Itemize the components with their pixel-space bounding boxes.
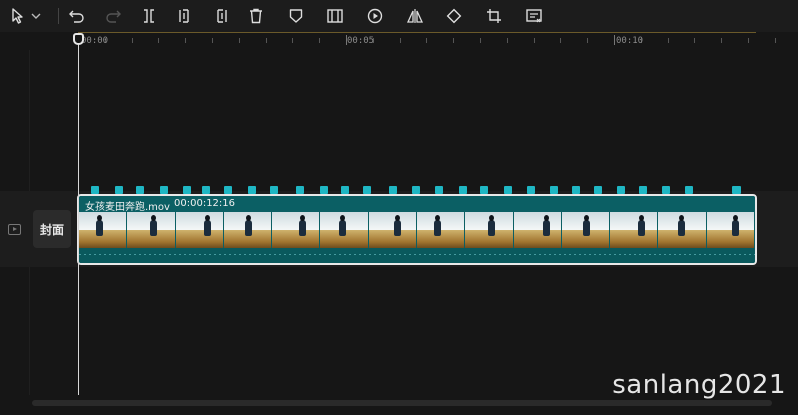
keyframe-marker[interactable] (296, 186, 304, 194)
ruler-tick (158, 38, 160, 43)
ruler-tick (748, 38, 749, 43)
ruler-tick (694, 38, 696, 43)
keyframe-marker[interactable] (527, 186, 535, 194)
clip-header: 女孩麦田奔跑.mov 00:00:12:16 (79, 196, 755, 213)
clip-thumbnail (561, 212, 611, 250)
video-track-icon (8, 224, 21, 235)
keyframe-marker[interactable] (459, 186, 467, 194)
split-icon[interactable] (139, 6, 159, 26)
ruler-tick (721, 38, 723, 43)
clip-thumbnail (223, 212, 273, 250)
keyframe-marker[interactable] (685, 186, 693, 194)
playhead-line (78, 40, 79, 395)
clip-thumbnail (416, 212, 466, 250)
clip-thumbnail (368, 212, 417, 250)
keyframe-marker[interactable] (389, 186, 397, 194)
clip-thumbnail (610, 212, 659, 250)
reverse-play-icon[interactable] (365, 6, 385, 26)
ruler-progress-line (78, 32, 756, 33)
keyframe-marker[interactable] (639, 186, 647, 194)
clip-thumbnail (465, 212, 514, 250)
horizontal-scrollbar[interactable] (32, 400, 772, 406)
toolbar-divider (58, 8, 59, 24)
keyframe-marker[interactable] (224, 186, 232, 194)
trim-left-icon[interactable] (175, 6, 195, 26)
marker-icon[interactable] (286, 6, 306, 26)
crop-icon[interactable] (484, 6, 504, 26)
ruler-tick (587, 38, 589, 43)
keyframe-marker[interactable] (136, 186, 144, 194)
watermark-text: sanlang2021 (612, 370, 786, 400)
keyframe-marker[interactable] (617, 186, 625, 194)
video-clip[interactable]: 女孩麦田奔跑.mov 00:00:12:16 (77, 194, 757, 265)
keyframe-marker[interactable] (270, 186, 278, 194)
select-dropdown-icon[interactable] (29, 6, 43, 26)
clip-thumbnail (79, 212, 128, 250)
clip-thumbnail (127, 212, 176, 250)
ruler-tick (265, 38, 267, 43)
ruler-tick (131, 38, 133, 43)
clip-thumbnail (272, 212, 321, 250)
keyframe-marker[interactable] (183, 186, 191, 194)
keyframe-marker[interactable] (160, 186, 168, 194)
keyframe-marker[interactable] (572, 186, 580, 194)
clip-duration: 00:00:12:16 (174, 198, 236, 209)
keyframe-marker[interactable] (202, 186, 210, 194)
ruler-label-0: 00:00 (81, 36, 109, 46)
ruler-label-10: 00:10 (616, 36, 644, 46)
keyframe-marker[interactable] (91, 186, 99, 194)
redo-icon[interactable] (103, 6, 123, 26)
clip-thumbnail (658, 212, 707, 250)
ruler-tick (292, 38, 294, 43)
ruler-tick (399, 38, 401, 43)
select-tool-icon[interactable] (8, 6, 28, 26)
keyframe-marker[interactable] (662, 186, 670, 194)
ruler-tick (212, 38, 213, 43)
keyframe-marker[interactable] (435, 186, 443, 194)
ruler-tick (426, 38, 428, 43)
ruler-tick (238, 38, 240, 43)
keyframe-marker[interactable] (320, 186, 328, 194)
keyframe-marker[interactable] (412, 186, 420, 194)
ruler-tick (185, 38, 187, 43)
keyframe-marker[interactable] (504, 186, 512, 194)
clip-thumbnails (79, 212, 755, 250)
ruler-label-5: 00:05 (347, 36, 375, 46)
keyframe-marker[interactable] (594, 186, 602, 194)
ruler-tick (480, 38, 481, 43)
ruler-tick (614, 35, 615, 45)
clip-thumbnail (320, 212, 369, 250)
cover-button[interactable]: 封面 (33, 210, 71, 248)
keyframe-marker[interactable] (248, 186, 256, 194)
undo-icon[interactable] (67, 6, 87, 26)
ruler-tick (506, 38, 508, 43)
ruler-tick (453, 38, 455, 43)
freeze-frame-icon[interactable] (325, 6, 345, 26)
keyframe-marker[interactable] (733, 186, 741, 194)
clip-filename: 女孩麦田奔跑.mov (85, 202, 170, 213)
ruler-tick (533, 38, 535, 43)
delete-icon[interactable] (246, 6, 266, 26)
playhead-handle[interactable] (73, 33, 84, 45)
ruler-tick (774, 38, 776, 43)
timeline-toolbar (0, 0, 798, 32)
rotate-icon[interactable] (444, 6, 464, 26)
auto-caption-icon[interactable] (524, 6, 544, 26)
ruler-tick (319, 38, 321, 43)
keyframe-marker[interactable] (480, 186, 488, 194)
ruler-tick (560, 38, 562, 43)
clip-thumbnail (175, 212, 224, 250)
audio-waveform (79, 248, 755, 263)
ruler-tick (667, 38, 669, 43)
keyframe-marker[interactable] (115, 186, 123, 194)
keyframe-marker[interactable] (341, 186, 349, 194)
trim-right-icon[interactable] (211, 6, 231, 26)
mirror-icon[interactable] (405, 6, 425, 26)
timeline-ruler[interactable]: 00:00 00:05 00:10 (0, 32, 798, 50)
keyframe-marker[interactable] (363, 186, 371, 194)
clip-thumbnail (706, 212, 755, 250)
keyframe-marker[interactable] (550, 186, 558, 194)
clip-thumbnail (513, 212, 562, 250)
